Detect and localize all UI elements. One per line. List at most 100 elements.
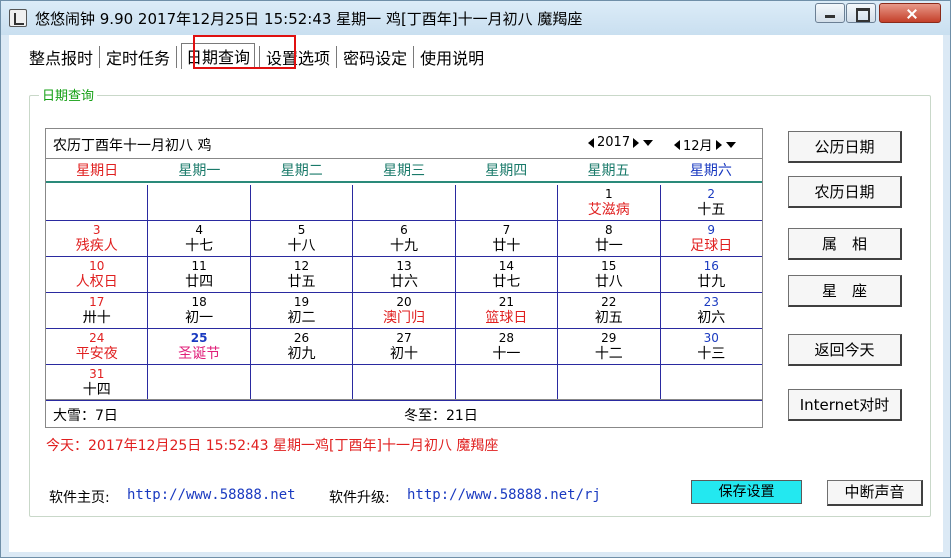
tab-hourly-chime[interactable]: 整点报时 <box>27 43 95 69</box>
day-number: 21 <box>498 295 515 309</box>
lunar-day-label: 初五 <box>594 310 623 326</box>
calendar-day-cell[interactable]: 16 廿九 <box>661 257 762 292</box>
lunar-day-label: 初九 <box>287 346 316 362</box>
calendar-day-cell[interactable]: 19 初二 <box>251 293 354 328</box>
day-number: 11 <box>191 259 207 273</box>
back-to-today-button[interactable]: 返回今天 <box>788 334 902 366</box>
calendar-week-row: 24 平安夜 25 圣诞节 26 初九 27 初十 28 十一 29 十二 30 十三 <box>46 329 762 365</box>
calendar-day-cell[interactable]: 11 廿四 <box>148 257 251 292</box>
lunar-day-label: 艾滋病 <box>587 202 630 218</box>
lunar-day-label: 圣诞节 <box>178 346 221 362</box>
calendar-day-cell[interactable]: 27 初十 <box>353 329 456 364</box>
client-area: 整点报时 定时任务 日期查询 设置选项 密码设定 使用说明 日期查询 农历丁酉年… <box>9 35 943 552</box>
lunar-date-button[interactable]: 农历日期 <box>788 176 902 208</box>
year-dropdown-icon[interactable] <box>643 139 654 146</box>
tab-scheduled-tasks[interactable]: 定时任务 <box>104 43 172 69</box>
lunar-day-label: 十五 <box>697 202 726 218</box>
year-value: 2017 <box>597 135 631 150</box>
month-selector[interactable]: 12月 <box>674 135 736 154</box>
calendar-day-cell[interactable]: 13 廿六 <box>353 257 456 292</box>
minimize-button[interactable] <box>815 3 845 23</box>
day-number: 20 <box>396 295 412 309</box>
day-number: 14 <box>498 259 515 273</box>
prev-year-arrow-icon[interactable] <box>588 137 594 148</box>
calendar-day-cell[interactable]: 9 足球日 <box>661 221 762 256</box>
calendar-day-cell[interactable]: 12 廿五 <box>251 257 354 292</box>
stop-sound-button[interactable]: 中断声音 <box>827 480 923 506</box>
calendar-week-row: 10 人权日 11 廿四 12 廿五 13 廿六 14 廿七 15 廿八 16 廿九 <box>46 257 762 293</box>
calendar-day-cell[interactable]: 4 十七 <box>148 221 251 256</box>
calendar-day-cell <box>251 185 354 220</box>
calendar-day-cell[interactable]: 7 廿十 <box>456 221 559 256</box>
calendar-week-row: 3 残疾人 4 十七 5 十八 6 十九 7 廿十 8 廿一 9 足球日 <box>46 221 762 257</box>
calendar-day-cell[interactable]: 28 十一 <box>456 329 559 364</box>
calendar-day-cell[interactable]: 23 初六 <box>661 293 762 328</box>
day-number: 23 <box>703 295 719 309</box>
title-bar[interactable]: 悠悠闹钟 9.90 2017年12月25日 15:52:43 星期一 鸡[丁酉年… <box>1 1 950 35</box>
day-number: 16 <box>703 259 719 273</box>
month-dropdown-icon[interactable] <box>725 141 736 148</box>
lunar-day-label: 十九 <box>389 238 418 254</box>
day-number: 19 <box>293 295 310 309</box>
calendar-day-cell[interactable]: 22 初五 <box>558 293 661 328</box>
month-value: 12月 <box>683 139 713 154</box>
weekday-header-row: 星期日 星期一 星期二 星期三 星期四 星期五 星期六 <box>46 159 762 183</box>
lunar-day-label: 廿四 <box>185 274 214 290</box>
solar-term-2: 冬至：21日 <box>404 408 478 424</box>
weekday-thursday: 星期四 <box>485 163 528 179</box>
calendar-day-cell <box>353 185 456 220</box>
calendar-day-cell[interactable]: 25 圣诞节 <box>148 329 251 364</box>
lunar-day-label: 廿六 <box>389 274 418 290</box>
close-button[interactable] <box>879 3 941 23</box>
calendar-day-cell[interactable]: 10 人权日 <box>46 257 149 292</box>
calendar-day-cell[interactable]: 18 初一 <box>148 293 251 328</box>
calendar-day-cell[interactable]: 5 十八 <box>251 221 354 256</box>
app-icon[interactable] <box>9 9 27 27</box>
homepage-link[interactable]: http://www.58888.net <box>127 487 296 503</box>
lunar-day-label: 廿七 <box>492 274 521 290</box>
gregorian-date-button[interactable]: 公历日期 <box>788 131 902 163</box>
solar-term-1: 大雪：7日 <box>53 408 118 424</box>
calendar-day-cell[interactable]: 17 卅十 <box>46 293 149 328</box>
calendar-day-cell <box>456 365 559 400</box>
tab-password[interactable]: 密码设定 <box>341 43 409 69</box>
calendar-day-cell[interactable]: 15 廿八 <box>558 257 661 292</box>
lunar-day-label: 十七 <box>185 238 214 254</box>
maximize-button[interactable] <box>846 3 876 23</box>
calendar-day-cell[interactable]: 29 十二 <box>558 329 661 364</box>
calendar-day-cell[interactable]: 1 艾滋病 <box>558 185 661 220</box>
calendar-day-cell[interactable]: 6 十九 <box>353 221 456 256</box>
weekday-wednesday: 星期三 <box>382 163 425 179</box>
year-selector[interactable]: 2017 <box>588 135 654 150</box>
weekday-monday: 星期一 <box>178 163 221 179</box>
save-settings-button[interactable]: 保存设置 <box>691 480 802 504</box>
day-number: 29 <box>601 331 617 345</box>
next-year-arrow-icon[interactable] <box>633 137 640 148</box>
calendar-day-cell[interactable]: 20 澳门归 <box>353 293 456 328</box>
calendar-day-cell[interactable]: 30 十三 <box>661 329 762 364</box>
prev-month-arrow-icon[interactable] <box>674 139 680 150</box>
zodiac-button[interactable]: 属 相 <box>788 228 902 260</box>
tab-help[interactable]: 使用说明 <box>418 43 486 69</box>
calendar-day-cell[interactable]: 26 初九 <box>251 329 354 364</box>
lunar-day-label: 残疾人 <box>75 238 118 254</box>
calendar-day-cell[interactable]: 31 十四 <box>46 365 149 400</box>
constellation-button[interactable]: 星 座 <box>788 275 902 307</box>
calendar-day-cell[interactable]: 24 平安夜 <box>46 329 149 364</box>
calendar-day-cell[interactable]: 2 十五 <box>661 185 762 220</box>
calendar-day-cell[interactable]: 8 廿一 <box>558 221 661 256</box>
day-number: 10 <box>89 259 105 273</box>
internet-time-sync-button[interactable]: Internet对时 <box>788 389 902 421</box>
calendar-day-cell[interactable]: 3 残疾人 <box>46 221 149 256</box>
calendar-day-cell <box>353 365 456 400</box>
calendar-day-cell <box>46 185 149 220</box>
lunar-day-label: 十四 <box>82 382 111 398</box>
calendar-day-cell[interactable]: 21 篮球日 <box>456 293 559 328</box>
calendar-day-cell[interactable]: 14 廿七 <box>456 257 559 292</box>
day-number: 2 <box>707 187 716 201</box>
day-number: 17 <box>89 295 105 309</box>
upgrade-label: 软件升级: <box>329 490 390 506</box>
next-month-arrow-icon[interactable] <box>715 139 722 150</box>
window-title: 悠悠闹钟 9.90 2017年12月25日 15:52:43 星期一 鸡[丁酉年… <box>35 10 583 28</box>
upgrade-link[interactable]: http://www.58888.net/rj <box>407 487 601 503</box>
